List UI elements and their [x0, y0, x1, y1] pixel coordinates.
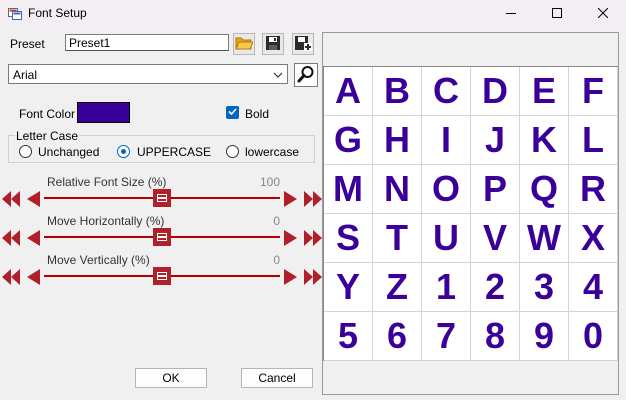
window-title: Font Setup — [28, 6, 87, 20]
glyph-cell: A — [324, 67, 373, 116]
glyph-cell: U — [422, 214, 471, 263]
glyph-cell: C — [422, 67, 471, 116]
increase-arrows-icon[interactable] — [282, 229, 322, 250]
app-icon — [8, 6, 22, 20]
title-bar: Font Setup — [0, 0, 626, 26]
glyph-cell: N — [373, 165, 422, 214]
glyph-cell: Q — [520, 165, 569, 214]
increase-arrows-icon[interactable] — [282, 190, 322, 211]
radio-unchanged[interactable] — [19, 145, 32, 158]
glyph-cell: D — [471, 67, 520, 116]
glyph-cell: E — [520, 67, 569, 116]
glyph-cell: H — [373, 116, 422, 165]
glyph-cell: 5 — [324, 312, 373, 361]
font-color-label: Font Color — [19, 107, 76, 121]
glyph-cell: V — [471, 214, 520, 263]
decrease-arrows-icon[interactable] — [2, 229, 42, 250]
slider-label: Relative Font Size (%) — [47, 175, 167, 189]
decrease-arrows-icon[interactable] — [2, 268, 42, 289]
radio-uppercase[interactable] — [117, 145, 130, 158]
bold-label: Bold — [245, 107, 270, 121]
save-as-icon — [294, 35, 312, 54]
glyph-cell: X — [569, 214, 618, 263]
ok-button[interactable]: OK — [135, 368, 207, 388]
slider-value: 0 — [273, 253, 280, 267]
minimize-button[interactable] — [488, 0, 534, 26]
magnifier-icon — [297, 65, 315, 86]
glyph-cell: 6 — [373, 312, 422, 361]
glyph-cell: 2 — [471, 263, 520, 312]
font-search-button[interactable] — [294, 63, 318, 87]
maximize-button[interactable] — [534, 0, 580, 26]
slider-value: 100 — [259, 175, 280, 189]
glyph-cell: O — [422, 165, 471, 214]
glyph-cell: K — [520, 116, 569, 165]
glyph-cell: L — [569, 116, 618, 165]
glyph-cell: 8 — [471, 312, 520, 361]
bold-checkbox[interactable] — [226, 106, 239, 119]
radio-uppercase-label: UPPERCASE — [137, 145, 212, 159]
letter-case-legend: Letter Case — [15, 129, 80, 143]
glyph-cell: M — [324, 165, 373, 214]
move-vertical-slider-row: Move Vertically (%) 0 — [0, 253, 322, 293]
slider-value: 0 — [273, 214, 280, 228]
font-dropdown[interactable]: Arial — [8, 64, 288, 84]
radio-lowercase-label: lowercase — [245, 145, 300, 159]
open-folder-icon — [235, 35, 254, 54]
glyph-cell: 1 — [422, 263, 471, 312]
font-dropdown-value: Arial — [13, 68, 38, 82]
glyph-cell: J — [471, 116, 520, 165]
open-preset-button[interactable] — [233, 33, 255, 55]
cancel-button[interactable]: Cancel — [241, 368, 313, 388]
save-as-preset-button[interactable] — [292, 33, 314, 55]
glyph-cell: P — [471, 165, 520, 214]
glyph-cell: 3 — [520, 263, 569, 312]
save-preset-button[interactable] — [262, 33, 284, 55]
increase-arrows-icon[interactable] — [282, 268, 322, 289]
glyph-cell: 9 — [520, 312, 569, 361]
glyph-cell: 7 — [422, 312, 471, 361]
slider-thumb[interactable] — [153, 189, 171, 207]
font-color-swatch[interactable] — [77, 102, 130, 123]
move-horizontal-slider-row: Move Horizontally (%) 0 — [0, 214, 322, 254]
glyph-cell: G — [324, 116, 373, 165]
glyph-preview-grid: ABCDEF GHIJKL MNOPQR STUVWX YZ1234 567890 — [323, 66, 618, 361]
glyph-cell: B — [373, 67, 422, 116]
glyph-cell: R — [569, 165, 618, 214]
slider-label: Move Horizontally (%) — [47, 214, 165, 228]
glyph-cell: 4 — [569, 263, 618, 312]
checkmark-icon — [227, 106, 238, 120]
slider-label: Move Vertically (%) — [47, 253, 150, 267]
preset-input[interactable]: Preset1 — [65, 34, 229, 51]
glyph-cell: 0 — [569, 312, 618, 361]
glyph-cell: F — [569, 67, 618, 116]
font-size-slider-row: Relative Font Size (%) 100 — [0, 175, 322, 215]
slider-thumb[interactable] — [153, 267, 171, 285]
close-button[interactable] — [580, 0, 626, 26]
glyph-cell: Y — [324, 263, 373, 312]
glyph-cell: S — [324, 214, 373, 263]
chevron-down-icon — [273, 69, 283, 83]
radio-unchanged-label: Unchanged — [38, 145, 100, 159]
decrease-arrows-icon[interactable] — [2, 190, 42, 211]
preset-label: Preset — [10, 37, 45, 51]
glyph-cell: W — [520, 214, 569, 263]
slider-thumb[interactable] — [153, 228, 171, 246]
glyph-cell: Z — [373, 263, 422, 312]
radio-lowercase[interactable] — [226, 145, 239, 158]
save-icon — [265, 35, 281, 54]
glyph-cell: I — [422, 116, 471, 165]
glyph-cell: T — [373, 214, 422, 263]
